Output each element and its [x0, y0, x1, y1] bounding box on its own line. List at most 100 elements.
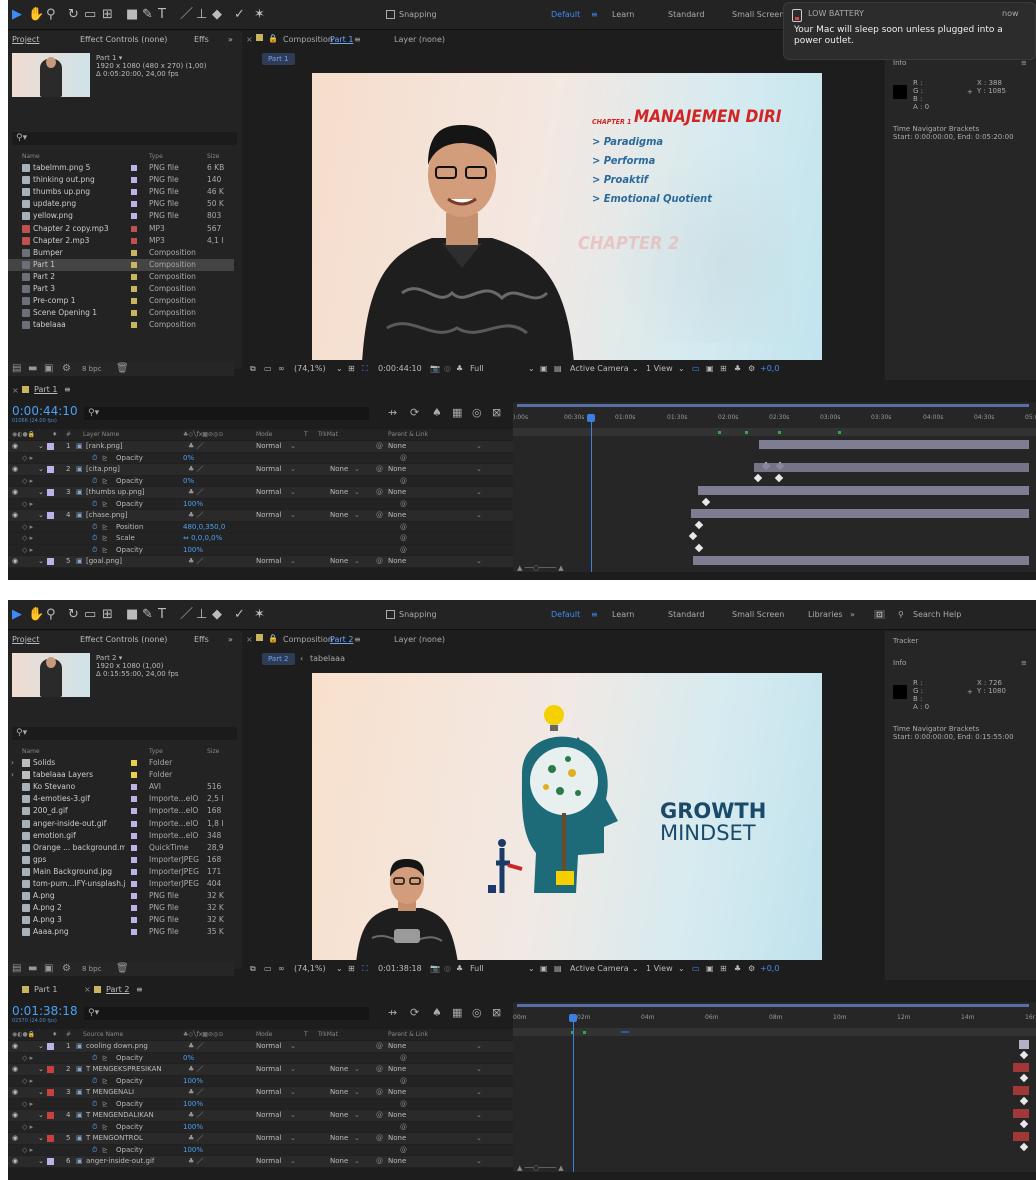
project-item-row[interactable]: Chapter 2 copy.mp3 MP3 567: [8, 223, 234, 235]
parent-dropdown-icon[interactable]: ⌄: [476, 1087, 482, 1098]
comp-breadcrumb-part2[interactable]: Part 2: [262, 653, 295, 665]
keyframe-5[interactable]: [1019, 1142, 1029, 1152]
trkmat-dropdown[interactable]: None: [330, 1156, 348, 1167]
hand-tool-icon[interactable]: ✋: [28, 608, 44, 622]
col-layer-name[interactable]: Layer Name: [83, 431, 119, 438]
label-swatch[interactable]: [131, 165, 137, 171]
comp-tab-prefix[interactable]: Composition: [283, 35, 333, 44]
layer-name[interactable]: T MENGENDALIKAN: [86, 1110, 181, 1121]
layer-label-swatch[interactable]: [47, 512, 54, 519]
parent-pickwhip-icon[interactable]: @: [376, 1041, 383, 1052]
bpc-label[interactable]: 8 bpc: [82, 965, 101, 973]
mask-visibility-icon[interactable]: ∞: [278, 364, 285, 373]
label-swatch[interactable]: [131, 796, 137, 803]
keyframe-5[interactable]: [694, 520, 704, 530]
grid-icon[interactable]: ⊞: [348, 964, 355, 973]
layer-switches-icon[interactable]: ♣ ／: [188, 464, 204, 475]
project-search-input[interactable]: ⚲▾: [12, 727, 237, 740]
view-layout-dropdown[interactable]: 1 View: [646, 364, 673, 373]
snapping-checkbox[interactable]: [386, 610, 395, 619]
exposure-value[interactable]: +0,0: [760, 364, 779, 373]
parent-dropdown-icon[interactable]: ⌄: [476, 1041, 482, 1052]
twirl-arrow-icon[interactable]: ⌄: [38, 510, 44, 521]
twirl-arrow-icon[interactable]: ⌄: [38, 1133, 44, 1144]
camera-dropdown[interactable]: Active Camera: [570, 964, 629, 973]
visibility-eye-icon[interactable]: ◉: [12, 441, 18, 452]
label-swatch[interactable]: [131, 832, 137, 839]
parent-dropdown[interactable]: None: [388, 487, 406, 498]
comp-tab-menu-icon[interactable]: ≡: [354, 35, 361, 44]
workspace-learn[interactable]: Learn: [612, 610, 634, 619]
project-search-input[interactable]: ⚲▾: [12, 132, 237, 145]
project-item-row[interactable]: update.png PNG file 50 K: [8, 198, 234, 210]
project-item-row[interactable]: Aaaa.png PNG file 35 K: [8, 926, 234, 938]
twirl-arrow-icon[interactable]: ⌄: [38, 441, 44, 452]
parent-dropdown[interactable]: None: [388, 1041, 406, 1052]
label-swatch[interactable]: [131, 808, 137, 815]
transparency-grid-icon[interactable]: ⛶: [362, 964, 368, 974]
parent-pickwhip-icon[interactable]: @: [376, 464, 383, 475]
view-layout-dropdown[interactable]: 1 View: [646, 964, 673, 973]
property-row[interactable]: ◇ ▸ ⏱ ⊵ Opacity 100% @: [8, 544, 513, 556]
header-name[interactable]: Name: [22, 153, 40, 160]
label-swatch[interactable]: [131, 917, 137, 924]
property-value[interactable]: 100%: [183, 499, 203, 510]
property-row[interactable]: ◇ ▸ ⏱ ⊵ Position 480,0,350,0 @: [8, 521, 513, 533]
visibility-eye-icon[interactable]: ◉: [12, 1041, 18, 1052]
zoom-tool-icon[interactable]: ⚲: [46, 8, 56, 22]
roto-brush-tool-icon[interactable]: ✓: [234, 608, 245, 622]
label-swatch[interactable]: [131, 286, 137, 292]
frame-blending-icon[interactable]: ▦: [452, 406, 462, 419]
parent-dropdown-icon[interactable]: ⌄: [476, 1156, 482, 1167]
playhead-icon[interactable]: [569, 1014, 577, 1022]
label-swatch[interactable]: [131, 249, 137, 256]
layer-name[interactable]: T MENGONTROL: [86, 1133, 181, 1144]
twirl-arrow-icon[interactable]: ⌄: [38, 487, 44, 498]
layer-label-swatch[interactable]: [47, 1135, 54, 1142]
current-time-indicator[interactable]: [591, 416, 592, 572]
effect-controls-tab[interactable]: Effect Controls (none): [80, 635, 167, 644]
comp-tab-name[interactable]: Part 1: [330, 35, 353, 44]
timeline-tab-part2[interactable]: Part 2: [106, 985, 129, 994]
puppet-tool-icon[interactable]: ✶: [254, 608, 265, 622]
blend-mode-dropdown[interactable]: Normal: [256, 556, 281, 567]
label-swatch[interactable]: [131, 225, 137, 232]
twirl-arrow-icon[interactable]: ⌄: [38, 464, 44, 475]
label-swatch[interactable]: [131, 213, 137, 220]
pixel-aspect-icon[interactable]: ▤: [554, 964, 562, 973]
trkmat-dropdown-icon[interactable]: ⌄: [354, 1110, 360, 1121]
project-item-row[interactable]: Chapter 2.mp3 MP3 4,1 I: [8, 235, 234, 247]
fast-preview-icon[interactable]: ▣: [540, 964, 548, 973]
layer-switches-icon[interactable]: ♣ ／: [188, 1133, 204, 1144]
label-swatch[interactable]: [131, 772, 137, 779]
layer-tab[interactable]: Layer (none): [394, 635, 445, 644]
camera-dropdown[interactable]: Active Camera: [570, 364, 629, 373]
toggle-pixel-icon[interactable]: ▭: [692, 964, 700, 973]
keyframe-3[interactable]: [1019, 1096, 1029, 1106]
snapshot-icon[interactable]: 📷: [430, 964, 440, 973]
label-swatch[interactable]: [131, 856, 137, 863]
trkmat-dropdown[interactable]: None: [330, 1087, 348, 1098]
keyframe-1[interactable]: [1019, 1050, 1029, 1060]
blend-mode-dropdown[interactable]: Normal: [256, 1041, 281, 1052]
property-row[interactable]: ◇ ▸ ⏱ ⊵ Opacity 0% @: [8, 475, 513, 487]
draft-3d-icon[interactable]: ⟳: [410, 406, 419, 419]
layer-label-swatch[interactable]: [47, 489, 54, 496]
timeline-tab-part1[interactable]: Part 1: [34, 385, 57, 394]
trkmat-dropdown[interactable]: None: [330, 510, 348, 521]
col-parent[interactable]: Parent & Link: [388, 1031, 428, 1038]
property-value[interactable]: 100%: [183, 1122, 203, 1133]
zoom-slider[interactable]: ▲ ──○──── ▲: [517, 1164, 564, 1172]
exposure-icon[interactable]: ⚙: [748, 364, 755, 373]
reset-exposure-icon[interactable]: ▣: [706, 964, 714, 973]
timeline-current-time[interactable]: 0:00:44:10: [12, 404, 78, 418]
label-swatch[interactable]: [131, 820, 137, 827]
keyframe-7[interactable]: [694, 543, 704, 553]
twirl-arrow-icon[interactable]: ⌄: [38, 1064, 44, 1075]
keyframe-nav-icon[interactable]: ◇ ▸: [22, 1076, 33, 1087]
parent-dropdown[interactable]: None: [388, 1133, 406, 1144]
settings-icon[interactable]: ⚙: [62, 363, 71, 374]
parent-dropdown[interactable]: None: [388, 1064, 406, 1075]
project-item-row[interactable]: Scene Opening 1 Composition: [8, 307, 234, 319]
timeline-tab-part1[interactable]: Part 1: [34, 985, 57, 994]
